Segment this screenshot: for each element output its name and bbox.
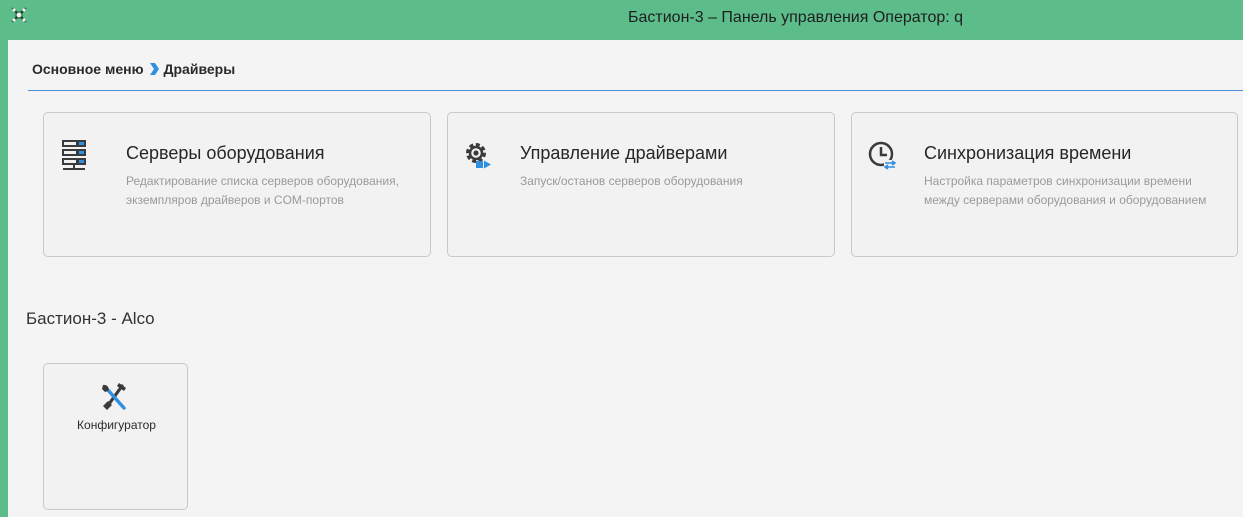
server-rack-icon [62, 140, 86, 170]
breadcrumb-divider [28, 90, 1243, 91]
card-description: Редактирование списка серверов оборудова… [126, 174, 399, 207]
card-title: Синхронизация времени [924, 143, 1132, 163]
tile-configurator[interactable]: Конфигуратор [43, 363, 188, 510]
section-title: Бастион-3 - Alco [26, 309, 155, 328]
title-bar[interactable]: Бастион-3 – Панель управления Оператор: … [0, 0, 1243, 40]
card-description: Запуск/останов серверов оборудования [520, 174, 743, 188]
tile-label: Конфигуратор [77, 418, 156, 432]
breadcrumb: Основное меню Драйверы [32, 59, 235, 79]
window-title: Бастион-3 – Панель управления Оператор: … [628, 9, 964, 26]
main-content: Основное меню Драйверы Серверы оборудова… [16, 40, 1243, 517]
app-logo-icon[interactable] [10, 6, 28, 24]
card-title: Серверы оборудования [126, 143, 325, 163]
clock-sync-icon [868, 141, 897, 170]
card-time-sync[interactable]: Синхронизация времени Настройка параметр… [851, 112, 1238, 257]
tools-icon [102, 383, 126, 410]
app-window: Бастион-3 – Панель управления Оператор: … [0, 0, 1243, 517]
card-driver-management[interactable]: Управление драйверами Запуск/останов сер… [447, 112, 835, 257]
breadcrumb-current: Драйверы [163, 61, 236, 77]
card-title: Управление драйверами [520, 143, 728, 163]
breadcrumb-root[interactable]: Основное меню [32, 61, 144, 77]
card-description: Настройка параметров синхронизации време… [924, 174, 1207, 207]
card-equipment-servers[interactable]: Серверы оборудования Редактирование спис… [43, 112, 431, 257]
driver-gear-play-icon [466, 143, 491, 169]
chevron-right-icon [149, 63, 159, 75]
